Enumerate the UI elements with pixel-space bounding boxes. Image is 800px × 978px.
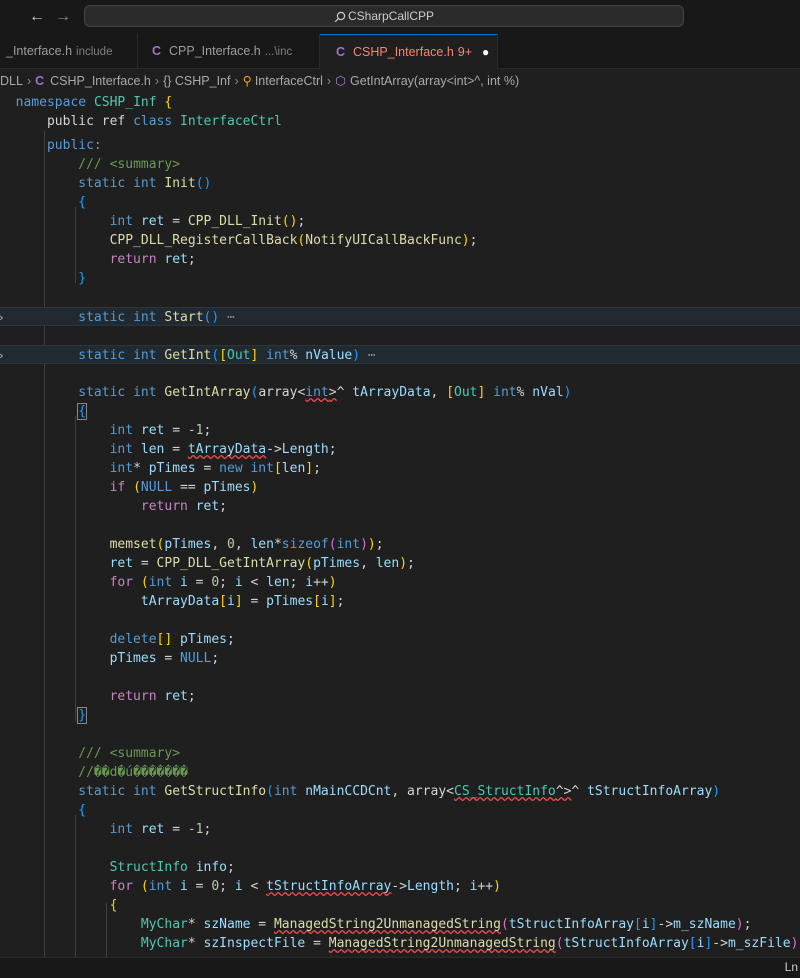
chevron-right-icon: › <box>27 74 31 88</box>
code-line: /// <summary> <box>0 744 800 763</box>
code-line: if (NULL == pTimes) <box>0 478 800 497</box>
code-line: int* pTimes = new int[len]; <box>0 459 800 478</box>
tab-label: CSHP_Interface.h <box>353 45 454 59</box>
code-line: return ret; <box>0 497 800 516</box>
breadcrumb-item-class[interactable]: InterfaceCtrl <box>255 74 323 88</box>
code-line: public ref class InterfaceCtrl <box>0 112 800 131</box>
tab-label: CPP_Interface.h <box>169 44 261 58</box>
code-line: pTimes = NULL; <box>0 649 800 668</box>
code-line: static int Init() <box>0 174 800 193</box>
namespace-icon: {} <box>163 74 171 88</box>
tab-cshp-interface-h[interactable]: C CSHP_Interface.h 9+ ● <box>320 34 498 69</box>
code-line: int ret = CPP_DLL_Init(); <box>0 212 800 231</box>
code-line: StructInfo info; <box>0 858 800 877</box>
tab-description: ...\inc <box>265 46 292 58</box>
editor-tab-bar: _Interface.h include C CPP_Interface.h ...\… <box>0 34 800 69</box>
breadcrumb-item-dll[interactable]: DLL <box>0 74 23 88</box>
code-editor[interactable]: namespace CSHP_Inf { public ref class In… <box>0 91 800 957</box>
code-line: int ret = -1; <box>0 820 800 839</box>
chevron-right-icon: › <box>327 74 331 88</box>
code-line-folded: › static int Start() ⋯ <box>0 307 800 326</box>
problems-badge: 9+ <box>458 45 472 59</box>
search-icon <box>334 11 346 23</box>
code-line: public: <box>0 136 800 155</box>
back-arrow-icon[interactable]: ← <box>26 7 48 27</box>
code-line: MyChar* szName = ManagedString2Unmanaged… <box>0 915 800 934</box>
unsaved-dot-icon[interactable]: ● <box>482 45 489 59</box>
code-line: { <box>0 402 800 421</box>
code-line: delete[] pTimes; <box>0 630 800 649</box>
class-icon: ⚲ <box>243 74 252 88</box>
code-line: } <box>0 269 800 288</box>
forward-arrow-icon[interactable]: → <box>52 7 74 27</box>
code-line: ret = CPP_DLL_GetIntArray(pTimes, len); <box>0 554 800 573</box>
code-line: { <box>0 896 800 915</box>
tab-description: include <box>76 46 112 58</box>
code-line: return ret; <box>0 250 800 269</box>
code-line: int ret = -1; <box>0 421 800 440</box>
cursor-position[interactable]: Ln <box>785 960 798 974</box>
code-line: int len = tArrayData->Length; <box>0 440 800 459</box>
code-line: for (int i = 0; i < tStructInfoArray->Le… <box>0 877 800 896</box>
code-line: //��d�ú������� <box>0 763 800 782</box>
tab-label: _Interface.h <box>6 44 72 58</box>
title-bar: ← → CSharpCallCPP <box>0 0 800 34</box>
code-line: { <box>0 801 800 820</box>
code-line: return ret; <box>0 687 800 706</box>
tab-interface-h[interactable]: _Interface.h include <box>0 34 138 69</box>
fold-chevron-icon[interactable]: › <box>0 308 5 327</box>
code-line: static int GetStructInfo(int nMainCCDCnt… <box>0 782 800 801</box>
code-line: } <box>0 706 800 725</box>
code-line-folded: › static int GetInt([Out] int% nValue) ⋯ <box>0 345 800 364</box>
folded-region-marker[interactable]: ⋯ <box>368 348 376 363</box>
breadcrumb-item-method[interactable]: GetIntArray(array<int>^, int %) <box>350 74 519 88</box>
breadcrumb-item-namespace[interactable]: CSHP_Inf <box>175 74 231 88</box>
code-line: static int GetIntArray(array<int>^ tArra… <box>0 383 800 402</box>
c-file-icon: C <box>152 44 161 58</box>
code-line: namespace CSHP_Inf { <box>0 93 800 112</box>
fold-chevron-icon[interactable]: › <box>0 346 5 365</box>
chevron-right-icon: › <box>235 74 239 88</box>
folded-region-marker[interactable]: ⋯ <box>227 310 235 325</box>
c-file-icon: C <box>336 45 345 59</box>
code-line: { <box>0 193 800 212</box>
code-line: for (int i = 0; i < len; i++) <box>0 573 800 592</box>
search-text: CSharpCallCPP <box>348 9 434 23</box>
status-bar: Ln <box>0 957 800 978</box>
chevron-right-icon: › <box>155 74 159 88</box>
code-line: tArrayData[i] = pTimes[i]; <box>0 592 800 611</box>
breadcrumb-item-file[interactable]: CSHP_Interface.h <box>50 74 151 88</box>
code-line: memset(pTimes, 0, len*sizeof(int)); <box>0 535 800 554</box>
c-file-icon: C <box>35 74 44 88</box>
command-center-search[interactable]: CSharpCallCPP <box>84 5 684 27</box>
method-icon: ⬡ <box>335 74 346 88</box>
code-line: CPP_DLL_RegisterCallBack(NotifyUICallBac… <box>0 231 800 250</box>
code-line: /// <summary> <box>0 155 800 174</box>
breadcrumb: DLL › C CSHP_Interface.h › {} CSHP_Inf › ⚲Inter… <box>0 70 800 92</box>
code-line: MyChar* szInspectFile = ManagedString2Un… <box>0 934 800 953</box>
tab-cpp-interface-h[interactable]: C CPP_Interface.h ...\inc <box>138 34 320 69</box>
